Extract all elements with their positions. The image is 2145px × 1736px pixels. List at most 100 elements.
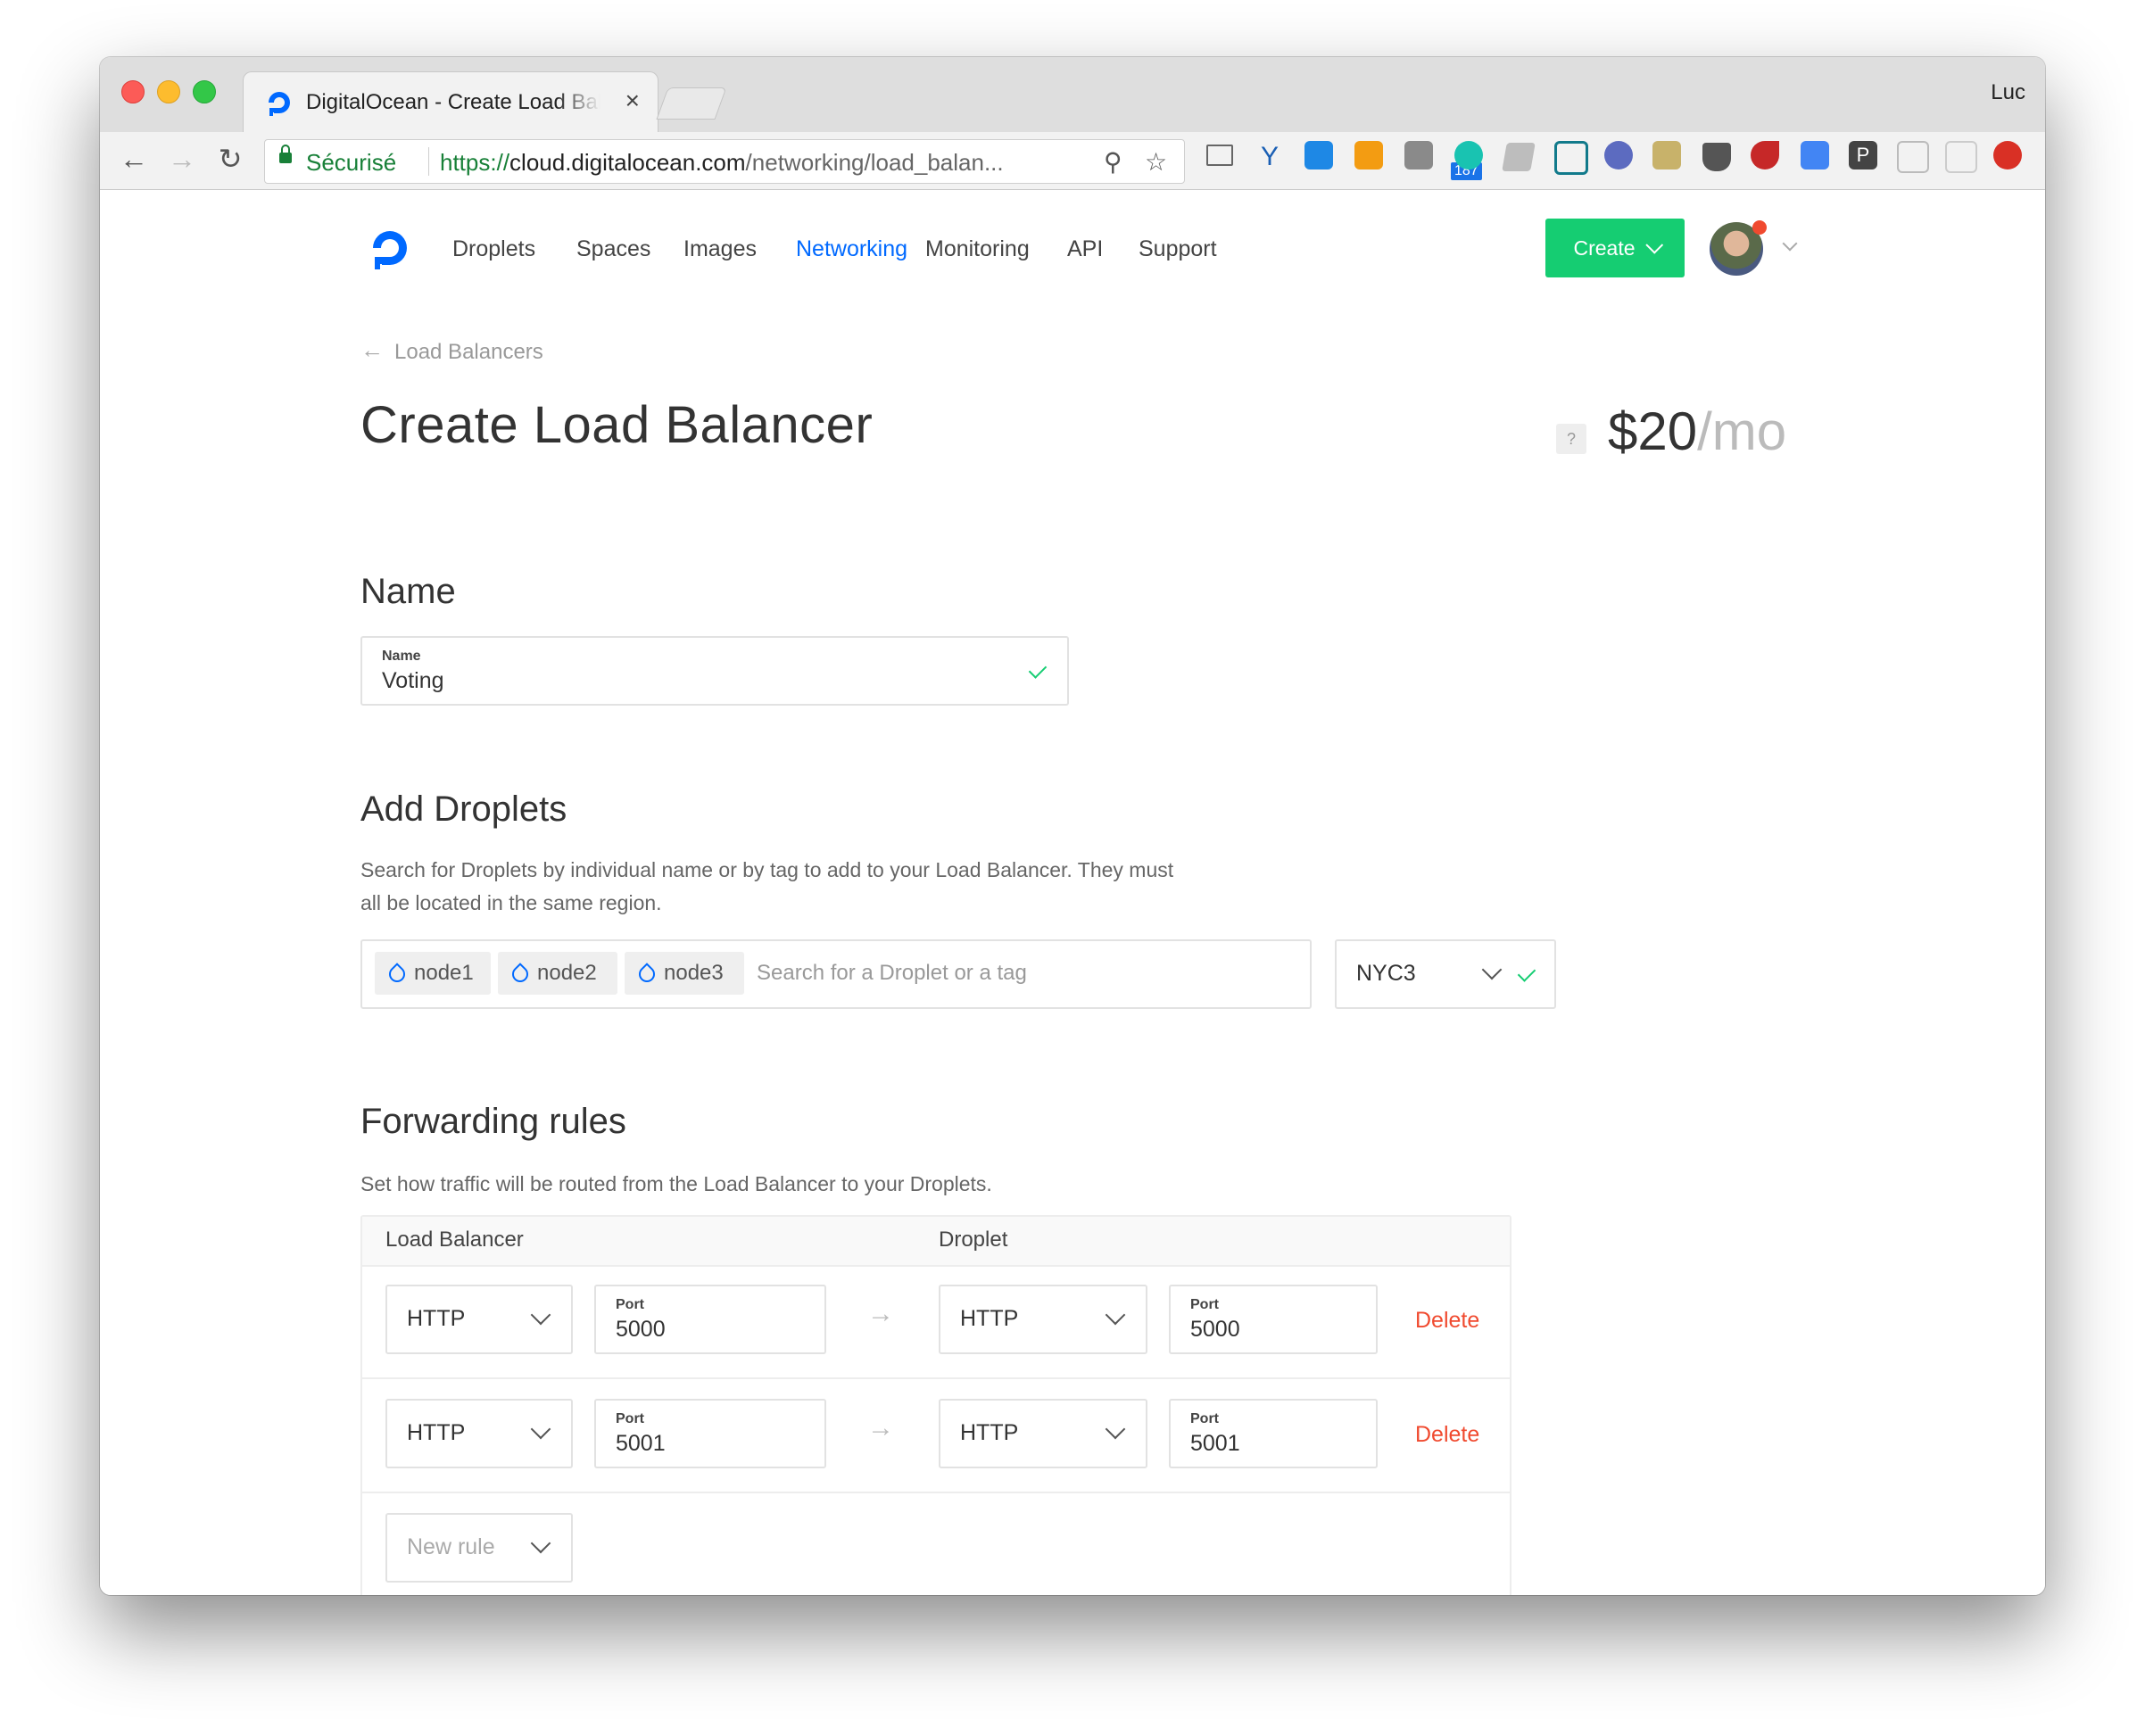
cast-icon[interactable] — [1206, 145, 1233, 166]
title-bar: DigitalOcean - Create Load Balancer × Lu… — [100, 57, 2045, 133]
p-extension-icon[interactable]: P — [1849, 141, 1877, 169]
droplet-protocol-select[interactable]: HTTP — [939, 1285, 1147, 1354]
nav-droplets[interactable]: Droplets — [452, 236, 535, 262]
droplet-tag[interactable]: node2 — [498, 952, 617, 995]
maximize-window-button[interactable] — [193, 80, 216, 103]
region-select[interactable]: NYC3 — [1335, 939, 1556, 1009]
upload-icon[interactable] — [1993, 141, 2022, 169]
digitalocean-favicon-icon — [269, 92, 290, 116]
droplet-tag[interactable]: node3 — [625, 952, 744, 995]
forwarding-rule-row: HTTP Port 5000 → HTTP Port 5000 Delete — [362, 1265, 1510, 1379]
close-window-button[interactable] — [121, 80, 145, 103]
nav-monitoring[interactable]: Monitoring — [925, 236, 1030, 262]
ws-extension-icon[interactable] — [1604, 141, 1633, 169]
nav-api[interactable]: API — [1067, 236, 1103, 262]
monthly-price: $20/mo — [1608, 401, 1786, 462]
droplet-protocol-select[interactable]: HTTP — [939, 1399, 1147, 1468]
address-bar[interactable]: Sécurisé https://cloud.digitalocean.com/… — [264, 139, 1185, 184]
port-label: Port — [1190, 1297, 1219, 1312]
tab-title: DigitalOcean - Create Load Balancer — [306, 90, 600, 114]
forward-arrow-icon[interactable]: → — [164, 141, 200, 177]
nav-spaces[interactable]: Spaces — [576, 236, 650, 262]
lb-protocol-select[interactable]: HTTP — [385, 1399, 573, 1468]
secure-label: Sécurisé — [306, 149, 397, 176]
page-content: Droplets Spaces Images Networking Monito… — [100, 190, 2045, 1595]
zoom-icon[interactable]: ⚲ — [1104, 147, 1122, 177]
rss-feed-icon[interactable] — [1354, 141, 1383, 169]
name-section-title: Name — [360, 572, 456, 611]
note-extension-icon[interactable] — [1897, 141, 1929, 173]
new-tab-button[interactable] — [656, 87, 727, 120]
lb-protocol-select[interactable]: HTTP — [385, 1285, 573, 1354]
minimize-window-button[interactable] — [157, 80, 180, 103]
browser-tab-active[interactable]: DigitalOcean - Create Load Balancer × — [243, 71, 658, 133]
create-button-label: Create — [1573, 236, 1636, 260]
m-extension-icon[interactable] — [1454, 141, 1483, 169]
name-field-label: Name — [382, 649, 421, 664]
nav-support[interactable]: Support — [1139, 236, 1217, 262]
b-extension-icon[interactable] — [1945, 141, 1977, 173]
droplet-port-field[interactable]: Port 5001 — [1169, 1399, 1378, 1468]
lb-port-value[interactable]: 5000 — [616, 1317, 666, 1343]
drive-icon[interactable] — [1502, 143, 1536, 171]
port-label: Port — [616, 1297, 644, 1312]
lock-icon — [279, 145, 292, 163]
nav-images[interactable]: Images — [683, 236, 757, 262]
droplet-icon — [385, 963, 409, 986]
lb-port-value[interactable]: 5001 — [616, 1431, 666, 1457]
add-droplets-description-line2: all be located in the same region. — [360, 891, 662, 914]
droplet-port-field[interactable]: Port 5000 — [1169, 1285, 1378, 1354]
digitalocean-logo-icon[interactable] — [368, 226, 412, 270]
delete-rule-button[interactable]: Delete — [1415, 1308, 1479, 1334]
url-scheme: https:// — [440, 149, 510, 176]
new-rule-select[interactable]: New rule — [385, 1513, 573, 1583]
add-droplets-title: Add Droplets — [360, 789, 567, 829]
valid-check-icon — [1028, 660, 1048, 679]
droplet-protocol-value: HTTP — [960, 1420, 1019, 1445]
port-label: Port — [616, 1411, 644, 1426]
forwarding-rules-title: Forwarding rules — [360, 1102, 626, 1141]
translate-icon[interactable] — [1801, 141, 1829, 169]
price-amount: $20 — [1608, 401, 1698, 461]
chevron-down-icon — [530, 1304, 551, 1326]
droplet-search-placeholder[interactable]: Search for a Droplet or a tag — [757, 961, 1027, 986]
reload-icon[interactable]: ↻ — [212, 141, 248, 177]
droplet-icon — [635, 963, 658, 986]
chevron-down-icon — [530, 1418, 551, 1440]
url-text[interactable]: https://cloud.digitalocean.com/networkin… — [440, 149, 1004, 177]
vimium-icon[interactable]: Y — [1256, 143, 1283, 171]
back-arrow-icon[interactable]: ← — [116, 141, 152, 177]
browser-window: DigitalOcean - Create Load Balancer × Lu… — [100, 57, 2045, 1595]
create-button[interactable]: Create — [1545, 219, 1685, 277]
droplet-port-value[interactable]: 5000 — [1190, 1317, 1240, 1343]
s-extension-icon[interactable] — [1304, 141, 1333, 169]
back-link-load-balancers[interactable]: Load Balancers — [394, 340, 543, 365]
grey-extension-icon[interactable] — [1404, 141, 1433, 169]
browser-profile-name[interactable]: Luc — [1991, 80, 2025, 105]
rules-table-header: Load Balancer Droplet — [362, 1217, 1510, 1267]
account-chevron-down-icon[interactable] — [1782, 236, 1798, 252]
red-extension-icon[interactable] — [1751, 141, 1779, 169]
lb-port-field[interactable]: Port 5001 — [594, 1399, 826, 1468]
chevron-down-icon — [1481, 959, 1503, 980]
chevron-down-icon — [1105, 1304, 1126, 1326]
wave-icon[interactable] — [1554, 141, 1588, 175]
droplet-search-field[interactable]: node1 node2 node3 Search for a Droplet o… — [360, 939, 1312, 1009]
price-help-icon[interactable]: ? — [1556, 424, 1586, 454]
url-path: /networking/load_balan... — [745, 149, 1004, 176]
back-arrow-icon[interactable]: ← — [360, 336, 384, 364]
delete-rule-button[interactable]: Delete — [1415, 1422, 1479, 1448]
droplet-icon — [509, 963, 532, 986]
droplet-tag-label: node1 — [414, 961, 474, 985]
nav-networking[interactable]: Networking — [796, 236, 907, 262]
eyedropper-icon[interactable] — [1652, 141, 1681, 169]
port-label: Port — [1190, 1411, 1219, 1426]
tab-close-icon[interactable]: × — [625, 87, 640, 115]
name-field[interactable]: Name Voting — [360, 636, 1069, 706]
name-field-value[interactable]: Voting — [382, 668, 444, 694]
droplet-tag[interactable]: node1 — [375, 952, 491, 995]
lb-port-field[interactable]: Port 5000 — [594, 1285, 826, 1354]
bookmark-star-icon[interactable]: ☆ — [1145, 147, 1167, 177]
droplet-port-value[interactable]: 5001 — [1190, 1431, 1240, 1457]
pocket-icon[interactable] — [1702, 143, 1731, 171]
